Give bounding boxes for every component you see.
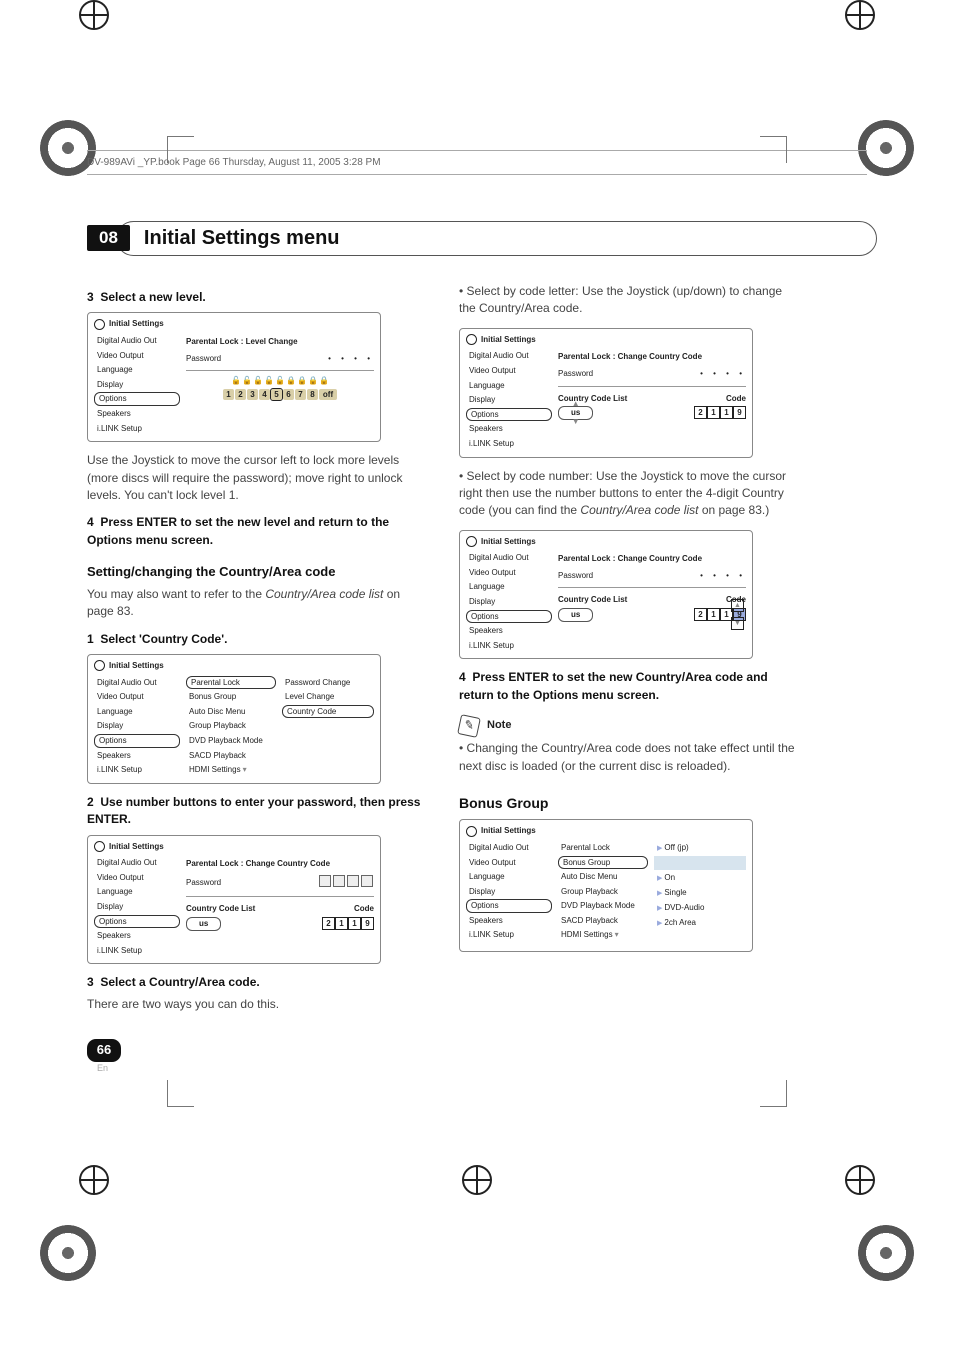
crosshair-icon <box>845 0 875 30</box>
crosshair-icon <box>845 1165 875 1195</box>
bullet: • Select by code number: Use the Joystic… <box>459 468 799 520</box>
code-digits: 2119 <box>322 917 374 930</box>
chapter-number: 08 <box>87 225 130 251</box>
crosshair-icon <box>462 1165 492 1195</box>
disc-icon <box>94 319 105 330</box>
menu-cc-number: Initial Settings Digital Audio Out Video… <box>459 530 753 660</box>
up-arrow-icon: ▲ <box>731 599 744 612</box>
crop-mark <box>167 1080 194 1107</box>
up-arrow-icon: ▲ <box>572 398 580 410</box>
menu-country-code-select: Initial Settings Digital Audio Out Video… <box>87 654 381 784</box>
password-dots: • • • • <box>328 353 374 365</box>
paragraph: Use the Joystick to move the cursor left… <box>87 452 427 504</box>
down-arrow-icon: ▾ <box>615 930 619 939</box>
crosshair-icon <box>79 1165 109 1195</box>
section-heading: Setting/changing the Country/Area code <box>87 563 427 582</box>
step-1: 1 Select 'Country Code'. <box>87 631 427 648</box>
page-language: En <box>97 1062 427 1075</box>
bullet: • Select by code letter: Use the Joystic… <box>459 283 799 318</box>
down-arrow-icon: ▼ <box>572 416 580 428</box>
page-number: 66 <box>87 1039 121 1062</box>
chapter-header: 08 Initial Settings menu <box>87 225 867 251</box>
disc-icon <box>466 536 477 547</box>
chapter-title: Initial Settings menu <box>144 227 867 250</box>
disc-icon <box>466 334 477 345</box>
disc-icon <box>94 841 105 852</box>
menu-cc-password: Initial Settings Digital Audio Out Video… <box>87 835 381 965</box>
note-text: • Changing the Country/Area code does no… <box>459 740 799 775</box>
menu-cc-letter: Initial Settings Digital Audio Out Video… <box>459 328 753 458</box>
menu-level-change: Initial Settings Digital Audio Out Video… <box>87 312 381 442</box>
country-code-value: ▲ us ▼ <box>558 406 593 420</box>
print-registration-corner <box>40 1225 96 1281</box>
step-2: 2 Use number buttons to enter your passw… <box>87 794 427 829</box>
section-heading: Bonus Group <box>459 793 799 813</box>
menu-bonus-group: Initial Settings Digital Audio Out Video… <box>459 819 753 951</box>
pencil-icon: ✎ <box>457 714 481 738</box>
down-arrow-icon: ▾ <box>243 765 247 774</box>
left-column: 3 Select a new level. Initial Settings D… <box>87 279 427 1075</box>
disc-icon <box>94 660 105 671</box>
paragraph: There are two ways you can do this. <box>87 996 427 1013</box>
print-header: DV-989AVi _YP.book Page 66 Thursday, Aug… <box>87 150 867 175</box>
print-registration-corner <box>858 1225 914 1281</box>
password-input-boxes <box>318 875 374 891</box>
note-heading: ✎ Note <box>459 716 799 736</box>
crosshair-icon <box>79 0 109 30</box>
step-4: 4 Press ENTER to set the new Country/Are… <box>459 669 799 704</box>
disc-icon <box>466 826 477 837</box>
step-4: 4 Press ENTER to set the new level and r… <box>87 514 427 549</box>
crop-mark <box>760 1080 787 1107</box>
country-code-value: us <box>186 917 221 931</box>
step-3: 3 Select a new level. <box>87 289 427 306</box>
right-column: • Select by code letter: Use the Joystic… <box>459 279 799 1075</box>
step-3b: 3 Select a Country/Area code. <box>87 974 427 991</box>
down-arrow-icon: ▼ <box>731 617 744 630</box>
paragraph: You may also want to refer to the Countr… <box>87 586 427 621</box>
